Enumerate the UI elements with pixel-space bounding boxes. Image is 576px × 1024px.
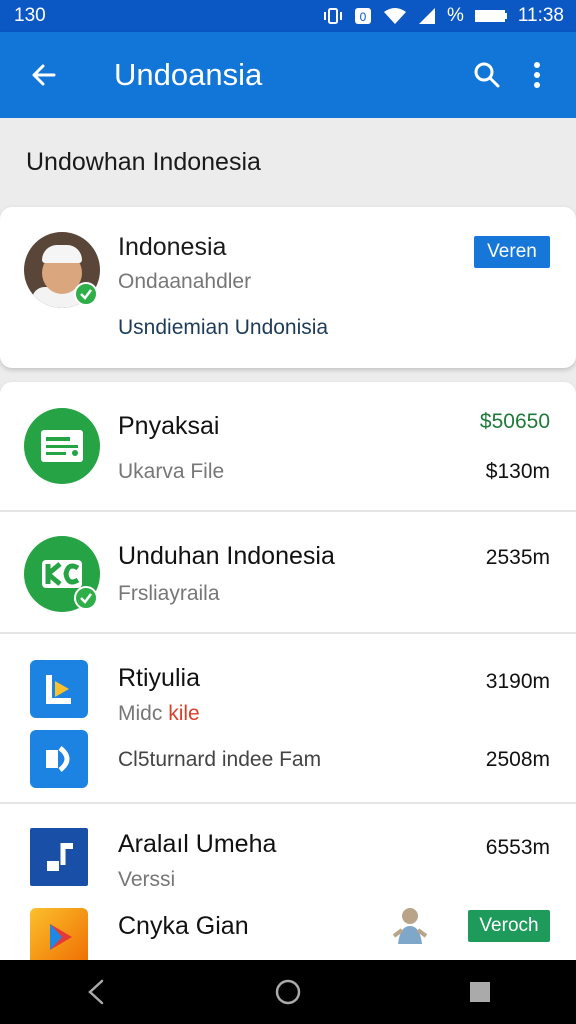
list-item-title[interactable]: Unduhan Indonesia (118, 542, 335, 571)
verify-button-secondary[interactable]: Veroch (468, 910, 550, 942)
list-item-title[interactable]: Rtiyulia (118, 664, 200, 693)
play-store-icon (30, 908, 88, 966)
list-item-value: 3190m (485, 670, 550, 693)
divider (0, 510, 576, 512)
nav-home-icon[interactable] (248, 960, 328, 1024)
avatar[interactable] (24, 232, 100, 308)
navigation-bar (0, 960, 576, 1024)
notification-icon: 0 (353, 6, 373, 26)
document-icon (24, 408, 100, 484)
list-item-title[interactable]: Cnyka Gian (118, 912, 249, 941)
app-l-icon (30, 660, 88, 718)
vibrate-icon (323, 6, 343, 26)
status-time: 11:38 (517, 5, 564, 26)
battery-icon (474, 7, 508, 25)
verified-check-icon (74, 586, 98, 610)
status-left-text: 130 (14, 5, 46, 26)
list-item-value: 2508m (485, 748, 550, 771)
list-item-value: 2535m (485, 546, 550, 569)
nav-back-icon[interactable] (56, 960, 136, 1024)
list-item-subtitle: Verssi (118, 868, 176, 891)
app-d-icon (30, 730, 88, 788)
list-item-title[interactable]: Pnyaksai (118, 412, 219, 441)
list-item-value: 6553m (485, 836, 550, 859)
divider (0, 632, 576, 634)
section-header: Undowhan Indonesia (0, 118, 576, 206)
profile-name: Indonesia (118, 233, 227, 261)
app-bar: Undoansia (0, 32, 576, 118)
verify-button[interactable]: Veren (474, 236, 550, 268)
person-emoji-icon (392, 906, 428, 946)
list-item-subtitle[interactable]: Cl5turnard indee Fam (118, 748, 321, 772)
list-item-value-secondary: $130m (485, 460, 550, 483)
wifi-icon (383, 6, 407, 26)
app-kc-icon (24, 536, 100, 612)
more-vert-icon[interactable] (512, 45, 562, 105)
music-icon (30, 828, 88, 886)
nav-recents-icon[interactable] (440, 960, 520, 1024)
app-title: Undoansia (114, 57, 263, 92)
profile-line: Usndiemian Undonisia (118, 316, 329, 339)
verified-check-icon (74, 282, 98, 306)
profile-subtitle: Ondaanahdler (118, 270, 252, 293)
search-icon[interactable] (462, 45, 512, 105)
divider (0, 802, 576, 804)
percent-text: % (446, 5, 464, 26)
list-item-subtitle: Ukarva File (118, 460, 225, 483)
svg-text:0: 0 (360, 10, 367, 24)
list-item-subtitle: Frsliayraila (118, 582, 220, 605)
signal-icon (417, 6, 437, 26)
list-item-title[interactable]: Aralaıl Umeha (118, 830, 276, 859)
list-item-value: $50650 (479, 410, 550, 433)
list-item-subtitle: Midc kile (118, 702, 200, 725)
status-bar: 130 0 % 11:38 (0, 0, 576, 32)
arrow-back-icon[interactable] (14, 45, 74, 105)
